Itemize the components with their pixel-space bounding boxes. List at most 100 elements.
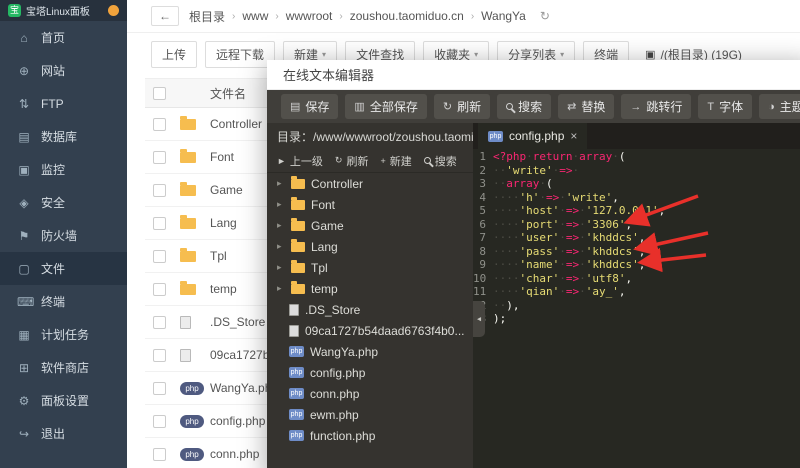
row-checkbox[interactable]	[153, 151, 166, 164]
back-button[interactable]: ←	[151, 6, 179, 26]
sidebar-item-database[interactable]: ▤数据库	[0, 120, 127, 153]
file-name[interactable]: config.php	[210, 414, 265, 428]
tree-item-name: Tpl	[311, 261, 328, 275]
row-checkbox[interactable]	[153, 250, 166, 263]
chevron-right-icon: ▸	[277, 220, 285, 231]
sidebar-item-panel-settings[interactable]: ⚙面板设置	[0, 384, 127, 417]
panel-logo-icon: 宝	[8, 4, 21, 17]
row-checkbox[interactable]	[153, 118, 166, 131]
sidebar-item-label: 计划任务	[41, 326, 89, 343]
select-all-checkbox[interactable]	[153, 87, 166, 100]
sidebar-item-cron[interactable]: ▦ 计划任务	[0, 318, 127, 351]
cron-icon: ▦	[17, 328, 31, 342]
breadcrumb-segment[interactable]: 根目录	[189, 8, 225, 25]
file-name[interactable]: conn.php	[210, 447, 259, 461]
file-name[interactable]: .DS_Store	[210, 315, 265, 329]
refresh-icon[interactable]: ↻	[540, 9, 550, 23]
file-name[interactable]: Tpl	[210, 249, 227, 263]
php-file-icon: php	[180, 415, 204, 428]
breadcrumb-segment[interactable]: zoushou.taomiduo.cn	[350, 9, 464, 23]
row-checkbox[interactable]	[153, 184, 166, 197]
tree-item[interactable]: ▸Font	[267, 194, 473, 215]
editor-modal: 在线文本编辑器 ▤保存▥全部保存↻刷新搜索⇄替换→跳转行T字体◑主题⚙设置 目录…	[267, 60, 800, 468]
file-name[interactable]: Font	[210, 150, 234, 164]
editor-goto-line-button[interactable]: →跳转行	[621, 94, 691, 119]
editor-refresh-button[interactable]: ↻刷新	[434, 94, 490, 119]
up-level-icon: ►	[277, 156, 286, 166]
tree-item[interactable]: .DS_Store	[267, 299, 473, 320]
editor-save-button[interactable]: ▤保存	[281, 94, 338, 119]
sidebar-item-files[interactable]: ▢文件	[0, 252, 127, 285]
editor-modal-header[interactable]: 在线文本编辑器	[267, 60, 800, 90]
tree-item[interactable]: ▸Controller	[267, 173, 473, 194]
toolbar-remote-download-button[interactable]: 远程下载	[205, 41, 275, 68]
collapse-tree-button[interactable]: ◀	[473, 301, 485, 337]
row-checkbox[interactable]	[153, 382, 166, 395]
row-checkbox[interactable]	[153, 448, 166, 461]
row-checkbox[interactable]	[153, 217, 166, 230]
file-name[interactable]: Lang	[210, 216, 237, 230]
tree-item[interactable]: ▸Lang	[267, 236, 473, 257]
sidebar-item-monitor[interactable]: ▣监控	[0, 153, 127, 186]
editor-theme-button[interactable]: ◑主题	[759, 94, 800, 119]
logout-icon: ↪	[17, 427, 31, 441]
folder-icon	[180, 119, 196, 130]
tree-item[interactable]: ▸temp	[267, 278, 473, 299]
file-name[interactable]: Controller	[210, 117, 262, 131]
tree-search-button[interactable]: 搜索	[424, 153, 457, 169]
breadcrumb-segment[interactable]: WangYa	[481, 9, 526, 23]
tree-item[interactable]: phpfunction.php	[267, 425, 473, 446]
breadcrumb: 根目录›www›wwwroot›zoushou.taomiduo.cn›Wang…	[189, 8, 526, 25]
tree-list: ▸Controller▸Font▸Game▸Lang▸Tpl▸temp.DS_S…	[267, 173, 473, 446]
file-name[interactable]: temp	[210, 282, 237, 296]
row-checkbox[interactable]	[153, 415, 166, 428]
folder-icon	[180, 284, 196, 295]
tree-item[interactable]: phpconfig.php	[267, 362, 473, 383]
close-icon[interactable]: ×	[570, 129, 577, 143]
file-icon	[289, 325, 299, 337]
sidebar-item-logout[interactable]: ↪ 退出	[0, 417, 127, 450]
toolbar-upload-button[interactable]: 上传	[151, 41, 197, 68]
row-checkbox[interactable]	[153, 316, 166, 329]
tab-config-php[interactable]: php config.php ×	[478, 123, 587, 149]
tree-item[interactable]: 09ca1727b54daad6763f4b0...	[267, 320, 473, 341]
sidebar-item-security[interactable]: ◈安全	[0, 186, 127, 219]
breadcrumb-separator: ›	[275, 11, 278, 22]
tree-item[interactable]: phpWangYa.php	[267, 341, 473, 362]
home-icon: ⌂	[17, 31, 31, 45]
folder-icon	[291, 221, 305, 231]
row-checkbox[interactable]	[153, 349, 166, 362]
code-editor[interactable]: 1<?php·return·array·(2··'write'·=>·3··ar…	[473, 149, 800, 468]
editor-replace-button[interactable]: ⇄替换	[558, 94, 614, 119]
code-line: 4····'h'·=>·'write',	[473, 191, 800, 205]
editor-save-all-button[interactable]: ▥全部保存	[345, 94, 426, 119]
tree-item[interactable]: ▸Tpl	[267, 257, 473, 278]
logo-bar: 宝 宝塔Linux面板	[0, 0, 127, 21]
tree-item[interactable]: phpewm.php	[267, 404, 473, 425]
editor-font-button[interactable]: T字体	[698, 94, 752, 119]
editor-search-button[interactable]: 搜索	[497, 94, 551, 119]
tree-item[interactable]: phpconn.php	[267, 383, 473, 404]
store-icon: ⊞	[17, 361, 31, 375]
notification-badge[interactable]	[108, 5, 119, 16]
tree-refresh-button[interactable]: ↻刷新	[335, 153, 369, 169]
editor-toolbar: ▤保存▥全部保存↻刷新搜索⇄替换→跳转行T字体◑主题⚙设置	[267, 90, 800, 123]
file-name[interactable]: Game	[210, 183, 243, 197]
file-icon	[289, 304, 299, 316]
editor-button-label: 刷新	[457, 98, 481, 115]
sidebar-item-website[interactable]: ⊕网站	[0, 54, 127, 87]
row-checkbox[interactable]	[153, 283, 166, 296]
sidebar-item-ftp[interactable]: ⇅FTP	[0, 87, 127, 120]
sidebar-item-home[interactable]: ⌂首页	[0, 21, 127, 54]
sidebar-item-app-store[interactable]: ⊞软件商店	[0, 351, 127, 384]
folder-icon	[180, 218, 196, 229]
sidebar-item-label: 退出	[41, 425, 65, 442]
sidebar-item-firewall[interactable]: ⚑防火墙	[0, 219, 127, 252]
breadcrumb-segment[interactable]: wwwroot	[286, 9, 333, 23]
breadcrumb-segment[interactable]: www	[242, 9, 268, 23]
tree-up-level-button[interactable]: ►上一级	[277, 153, 323, 169]
sidebar-item-terminal[interactable]: ⌨终端	[0, 285, 127, 318]
sidebar-item-label: 终端	[41, 293, 65, 310]
tree-item[interactable]: ▸Game	[267, 215, 473, 236]
tree-new-button[interactable]: +新建	[380, 153, 411, 169]
